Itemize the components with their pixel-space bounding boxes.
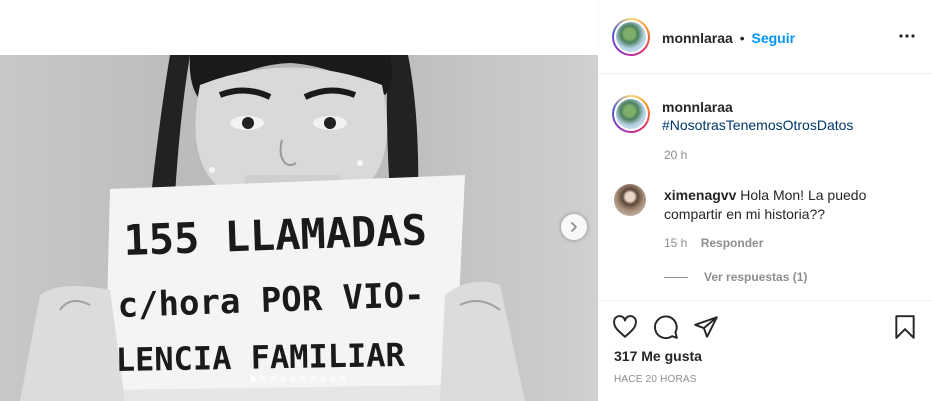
caption-username[interactable]: monnlaraa: [662, 99, 733, 115]
save-button[interactable]: [892, 314, 918, 340]
avatar-image: [616, 99, 646, 129]
share-icon: [694, 316, 718, 338]
author-line: monnlaraa • Seguir: [662, 30, 795, 46]
avatar-image: [616, 22, 646, 52]
carousel-dot: [280, 376, 286, 382]
post-photo-illustration: 155 LLAMADAS c/hora POR VIO- LENCIA FAMI…: [0, 55, 598, 401]
reply-button[interactable]: Responder: [701, 236, 764, 250]
carousel-next-button[interactable]: [561, 214, 587, 240]
carousel-dot: [310, 376, 316, 382]
carousel-dot: [290, 376, 296, 382]
share-button[interactable]: [693, 314, 719, 340]
comment-time[interactable]: 15 h: [664, 236, 687, 250]
bookmark-icon: [895, 315, 915, 339]
sign-line-3: LENCIA FAMILIAR: [115, 336, 405, 379]
replies-divider: [664, 276, 688, 278]
post-header: monnlaraa • Seguir: [599, 0, 932, 74]
post-timestamp[interactable]: HACE 20 HORAS: [614, 374, 697, 385]
like-button[interactable]: [612, 314, 638, 340]
comment-body: ximenagvv Hola Mon! La puedo compartir e…: [664, 186, 914, 224]
more-options-button[interactable]: [897, 26, 917, 46]
carousel-dot: [260, 376, 266, 382]
caption-hashtag[interactable]: #NosotrasTenemosOtrosDatos: [662, 117, 853, 133]
author-avatar[interactable]: [612, 18, 650, 56]
comment-icon: [654, 315, 678, 340]
carousel-dot: [270, 376, 276, 382]
carousel-dot: [250, 376, 256, 382]
media-pane: 155 LLAMADAS c/hora POR VIO- LENCIA FAMI…: [0, 0, 598, 401]
caption-time[interactable]: 20 h: [664, 148, 687, 162]
view-replies-button[interactable]: Ver respuestas (1): [664, 270, 807, 284]
carousel-dot: [300, 376, 306, 382]
follow-button[interactable]: Seguir: [752, 30, 796, 46]
post-sidebar: monnlaraa • Seguir monnlaraa #NosotrasTe…: [599, 0, 932, 401]
carousel-dot: [340, 376, 346, 382]
view-replies-label: Ver respuestas (1): [704, 270, 808, 284]
comment-button[interactable]: [653, 314, 679, 340]
caption-avatar[interactable]: [612, 95, 650, 133]
post-photo[interactable]: 155 LLAMADAS c/hora POR VIO- LENCIA FAMI…: [0, 55, 598, 401]
media-top-background: [0, 0, 598, 55]
commenter-username[interactable]: ximenagvv: [664, 187, 736, 203]
post-actions: 317 Me gusta HACE 20 HORAS: [599, 300, 932, 401]
carousel-dot: [330, 376, 336, 382]
commenter-avatar[interactable]: [614, 184, 646, 216]
author-username[interactable]: monnlaraa: [662, 30, 733, 46]
heart-icon: [613, 315, 637, 338]
comment-meta: 15 h Responder: [664, 236, 763, 250]
chevron-right-icon: [571, 222, 577, 232]
dot-separator: •: [739, 30, 745, 46]
like-count[interactable]: 317 Me gusta: [614, 348, 702, 364]
carousel-indicator: [250, 376, 346, 382]
carousel-dot: [320, 376, 326, 382]
more-options-icon: [899, 34, 915, 38]
